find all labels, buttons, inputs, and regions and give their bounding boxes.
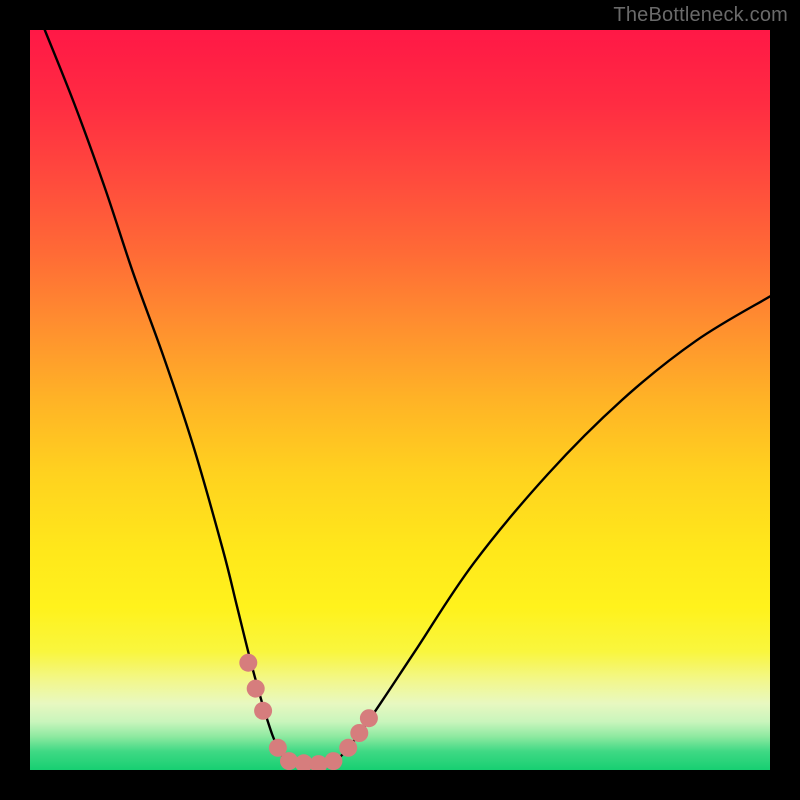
marker-dot: [247, 680, 265, 698]
plot-area: [30, 30, 770, 770]
marker-group: [239, 654, 378, 770]
marker-dot: [360, 709, 378, 727]
chart-frame: TheBottleneck.com: [0, 0, 800, 800]
marker-dot: [324, 752, 342, 770]
marker-dot: [350, 724, 368, 742]
watermark-text: TheBottleneck.com: [613, 4, 788, 27]
marker-dot: [339, 739, 357, 757]
marker-dot: [239, 654, 257, 672]
curve-layer: [30, 30, 770, 770]
bottleneck-curve: [45, 30, 770, 764]
marker-dot: [254, 702, 272, 720]
